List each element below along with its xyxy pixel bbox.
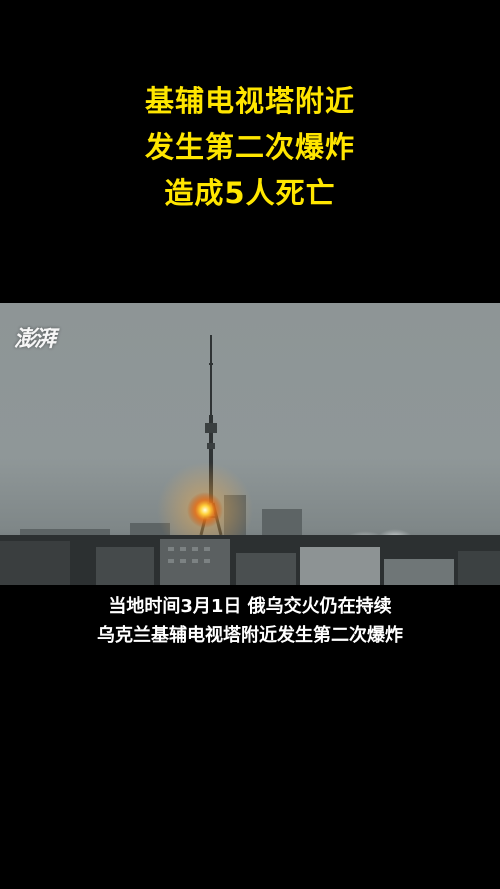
captions: 当地时间3月1日 俄乌交火仍在持续 乌克兰基辅电视塔附近发生第二次爆炸 xyxy=(0,592,500,650)
foreground-city xyxy=(0,535,500,585)
video-frame[interactable]: 澎湃 xyxy=(0,303,500,585)
headline-line-1: 基辅电视塔附近 xyxy=(144,84,355,118)
headline-line-2: 发生第二次爆炸 xyxy=(144,130,355,164)
video-scene xyxy=(0,303,500,585)
tower-platform-lower xyxy=(207,443,215,449)
caption-line-2: 乌克兰基辅电视塔附近发生第二次爆炸 xyxy=(97,625,403,646)
watermark-logo: 澎湃 xyxy=(14,326,56,352)
headline: 基辅电视塔附近 发生第二次爆炸 造成5人死亡 xyxy=(0,78,500,216)
tower-platform xyxy=(205,423,217,433)
explosion-flash xyxy=(187,492,223,528)
headline-line-3: 造成5人死亡 xyxy=(164,176,336,210)
caption-line-1: 当地时间3月1日 俄乌交火仍在持续 xyxy=(108,596,392,617)
